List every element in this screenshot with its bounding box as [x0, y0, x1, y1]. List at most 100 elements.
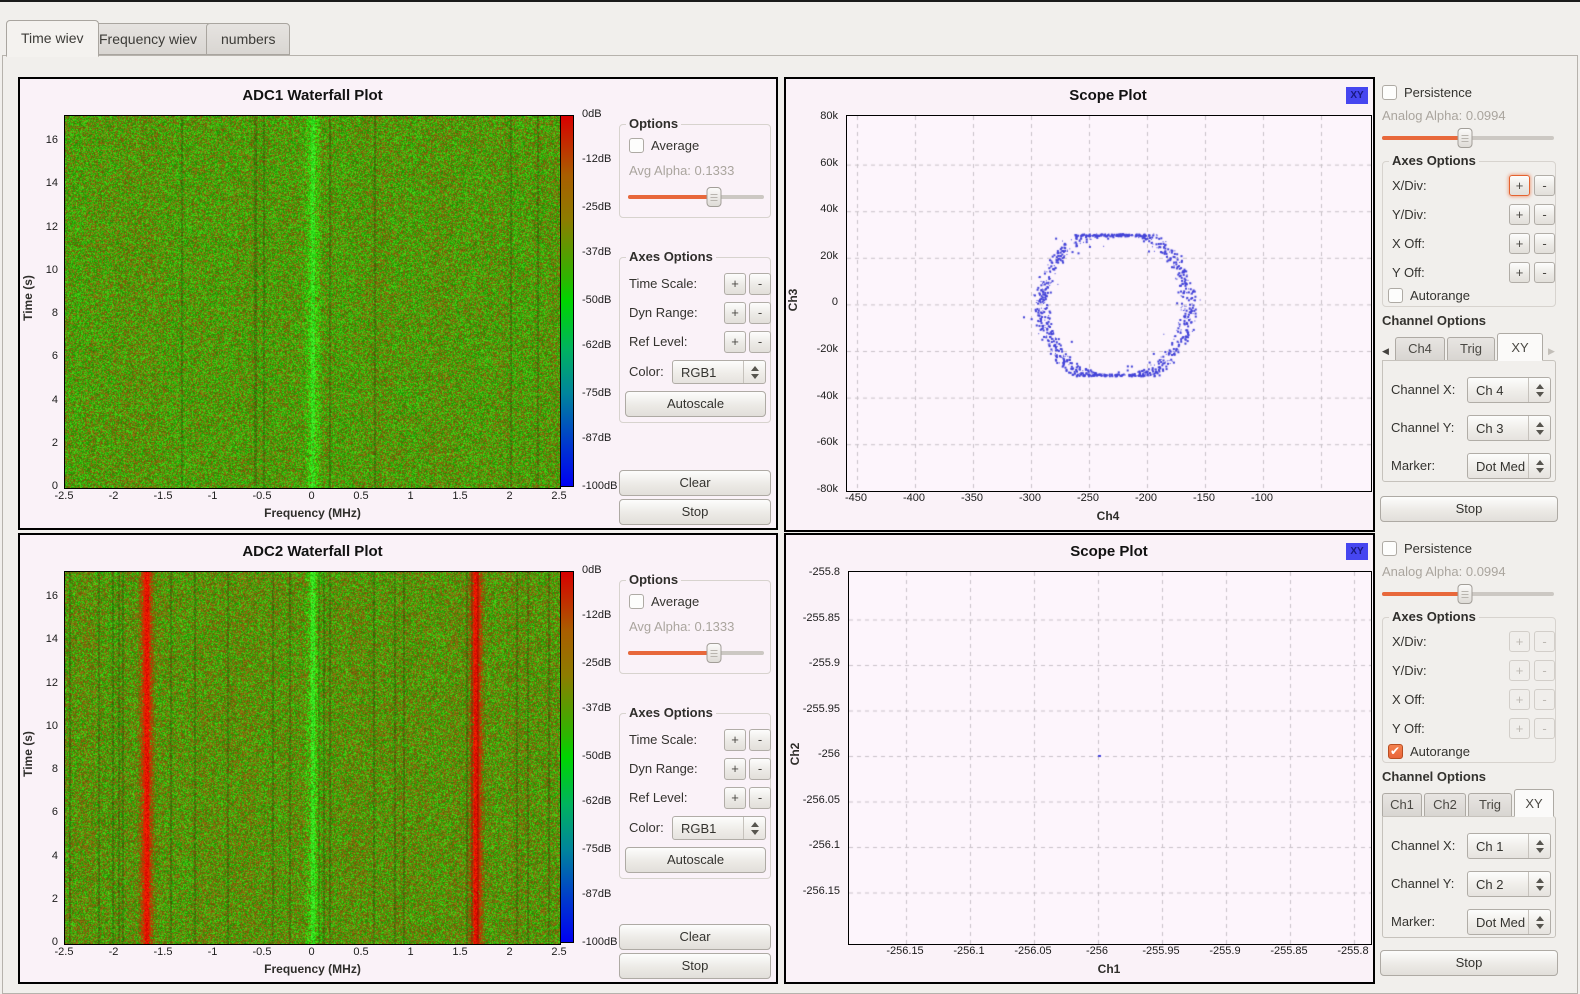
- dyn-range-minus-button[interactable]: -: [749, 758, 771, 780]
- dyn-range-plus-button[interactable]: +: [724, 302, 746, 324]
- dyn-range-plus-button[interactable]: +: [724, 758, 746, 780]
- channel-tab-trig[interactable]: Trig: [1447, 337, 1495, 361]
- spin-up-icon[interactable]: [751, 366, 759, 371]
- stop-button[interactable]: Stop: [619, 953, 771, 979]
- ref-level-plus-button[interactable]: +: [724, 331, 746, 353]
- spin-down-icon[interactable]: [1536, 392, 1544, 397]
- y-div-minus-button[interactable]: -: [1534, 660, 1555, 681]
- x-div-minus-button[interactable]: -: [1534, 631, 1555, 652]
- channel-tab-ch1[interactable]: Ch1: [1382, 793, 1422, 817]
- y-off-minus-button[interactable]: -: [1534, 262, 1555, 283]
- x-off-plus-button[interactable]: +: [1509, 689, 1530, 710]
- tab-numbers[interactable]: numbers: [206, 23, 290, 55]
- marker-spinbox[interactable]: Dot Med: [1467, 909, 1551, 935]
- time-scale-plus-button[interactable]: +: [724, 729, 746, 751]
- channel-x-spinbox[interactable]: Ch 1: [1467, 833, 1551, 859]
- autoscale-button[interactable]: Autoscale: [625, 847, 766, 873]
- x-div-minus-button[interactable]: -: [1534, 175, 1555, 196]
- channel-tab-xy[interactable]: XY: [1497, 333, 1543, 361]
- checkbox-box[interactable]: [1382, 541, 1397, 556]
- spin-up-icon[interactable]: [1536, 916, 1544, 921]
- spinbox-arrows[interactable]: [1528, 910, 1550, 934]
- x-off-minus-button[interactable]: -: [1534, 233, 1555, 254]
- channel-tab-trig[interactable]: Trig: [1468, 793, 1512, 817]
- tab-time-wiev[interactable]: Time wiev: [6, 20, 99, 57]
- checkbox-box[interactable]: [629, 138, 644, 153]
- spin-up-icon[interactable]: [1536, 422, 1544, 427]
- scope2-plot-canvas[interactable]: [848, 571, 1372, 945]
- x-div-plus-button[interactable]: +: [1509, 175, 1530, 196]
- scope1-plot-canvas[interactable]: [846, 115, 1372, 492]
- spinbox-arrows[interactable]: [1528, 872, 1550, 896]
- spin-up-icon[interactable]: [1536, 840, 1544, 845]
- spin-up-icon[interactable]: [751, 822, 759, 827]
- checkbox-box[interactable]: [1382, 85, 1397, 100]
- spinbox-arrows[interactable]: [1528, 416, 1550, 440]
- spin-up-icon[interactable]: [1536, 460, 1544, 465]
- stop-button[interactable]: Stop: [1380, 950, 1558, 976]
- average-checkbox[interactable]: Average: [629, 594, 699, 609]
- spin-down-icon[interactable]: [1536, 468, 1544, 473]
- persistence-checkbox[interactable]: Persistence: [1382, 85, 1472, 100]
- channel-tab-ch2[interactable]: Ch2: [1424, 793, 1466, 817]
- spin-down-icon[interactable]: [1536, 430, 1544, 435]
- channel-x-spinbox[interactable]: Ch 4: [1467, 377, 1551, 403]
- ref-level-plus-button[interactable]: +: [724, 787, 746, 809]
- checkbox-box[interactable]: [1388, 288, 1403, 303]
- autorange-checkbox[interactable]: Autorange: [1388, 288, 1470, 303]
- slider-handle[interactable]: [706, 643, 721, 663]
- ref-level-minus-button[interactable]: -: [749, 787, 771, 809]
- persistence-checkbox[interactable]: Persistence: [1382, 541, 1472, 556]
- checkbox-box[interactable]: [1388, 744, 1403, 759]
- slider-handle[interactable]: [1457, 128, 1472, 148]
- slider-handle[interactable]: [1457, 584, 1472, 604]
- spinbox-arrows[interactable]: [1528, 378, 1550, 402]
- spin-down-icon[interactable]: [1536, 924, 1544, 929]
- slider-handle[interactable]: [706, 187, 721, 207]
- channel-tab-ch4[interactable]: Ch4: [1395, 337, 1445, 361]
- color-spinbox[interactable]: RGB1: [672, 816, 766, 840]
- spin-down-icon[interactable]: [751, 374, 759, 379]
- y-div-plus-button[interactable]: +: [1509, 204, 1530, 225]
- avg-alpha-slider[interactable]: [628, 187, 764, 207]
- autorange-checkbox[interactable]: Autorange: [1388, 744, 1470, 759]
- spin-up-icon[interactable]: [1536, 878, 1544, 883]
- stop-button[interactable]: Stop: [619, 499, 771, 525]
- analog-alpha-slider[interactable]: [1382, 128, 1554, 148]
- x-off-minus-button[interactable]: -: [1534, 689, 1555, 710]
- time-scale-plus-button[interactable]: +: [724, 273, 746, 295]
- y-off-plus-button[interactable]: +: [1509, 262, 1530, 283]
- x-div-plus-button[interactable]: +: [1509, 631, 1530, 652]
- spinbox-arrows[interactable]: [743, 361, 765, 383]
- ref-level-minus-button[interactable]: -: [749, 331, 771, 353]
- y-div-minus-button[interactable]: -: [1534, 204, 1555, 225]
- stop-button[interactable]: Stop: [1380, 496, 1558, 522]
- color-spinbox[interactable]: RGB1: [672, 360, 766, 384]
- y-off-plus-button[interactable]: +: [1509, 718, 1530, 739]
- checkbox-box[interactable]: [629, 594, 644, 609]
- tab-scroll-right-icon[interactable]: ▶: [1548, 346, 1555, 357]
- channel-y-spinbox[interactable]: Ch 3: [1467, 415, 1551, 441]
- analog-alpha-slider[interactable]: [1382, 584, 1554, 604]
- marker-spinbox[interactable]: Dot Med: [1467, 453, 1551, 479]
- y-div-plus-button[interactable]: +: [1509, 660, 1530, 681]
- y-off-minus-button[interactable]: -: [1534, 718, 1555, 739]
- adc1-waterfall-canvas[interactable]: [64, 115, 561, 489]
- dyn-range-minus-button[interactable]: -: [749, 302, 771, 324]
- clear-button[interactable]: Clear: [619, 924, 771, 950]
- x-off-plus-button[interactable]: +: [1509, 233, 1530, 254]
- spin-down-icon[interactable]: [1536, 848, 1544, 853]
- channel-tab-xy[interactable]: XY: [1514, 789, 1554, 817]
- spin-up-icon[interactable]: [1536, 384, 1544, 389]
- adc2-waterfall-canvas[interactable]: [64, 571, 561, 945]
- average-checkbox[interactable]: Average: [629, 138, 699, 153]
- channel-y-spinbox[interactable]: Ch 2: [1467, 871, 1551, 897]
- spinbox-arrows[interactable]: [1528, 834, 1550, 858]
- autoscale-button[interactable]: Autoscale: [625, 391, 766, 417]
- tab-frequency-wiev[interactable]: Frequency wiev: [84, 23, 212, 55]
- avg-alpha-slider[interactable]: [628, 643, 764, 663]
- time-scale-minus-button[interactable]: -: [749, 729, 771, 751]
- spin-down-icon[interactable]: [1536, 886, 1544, 891]
- spin-down-icon[interactable]: [751, 830, 759, 835]
- time-scale-minus-button[interactable]: -: [749, 273, 771, 295]
